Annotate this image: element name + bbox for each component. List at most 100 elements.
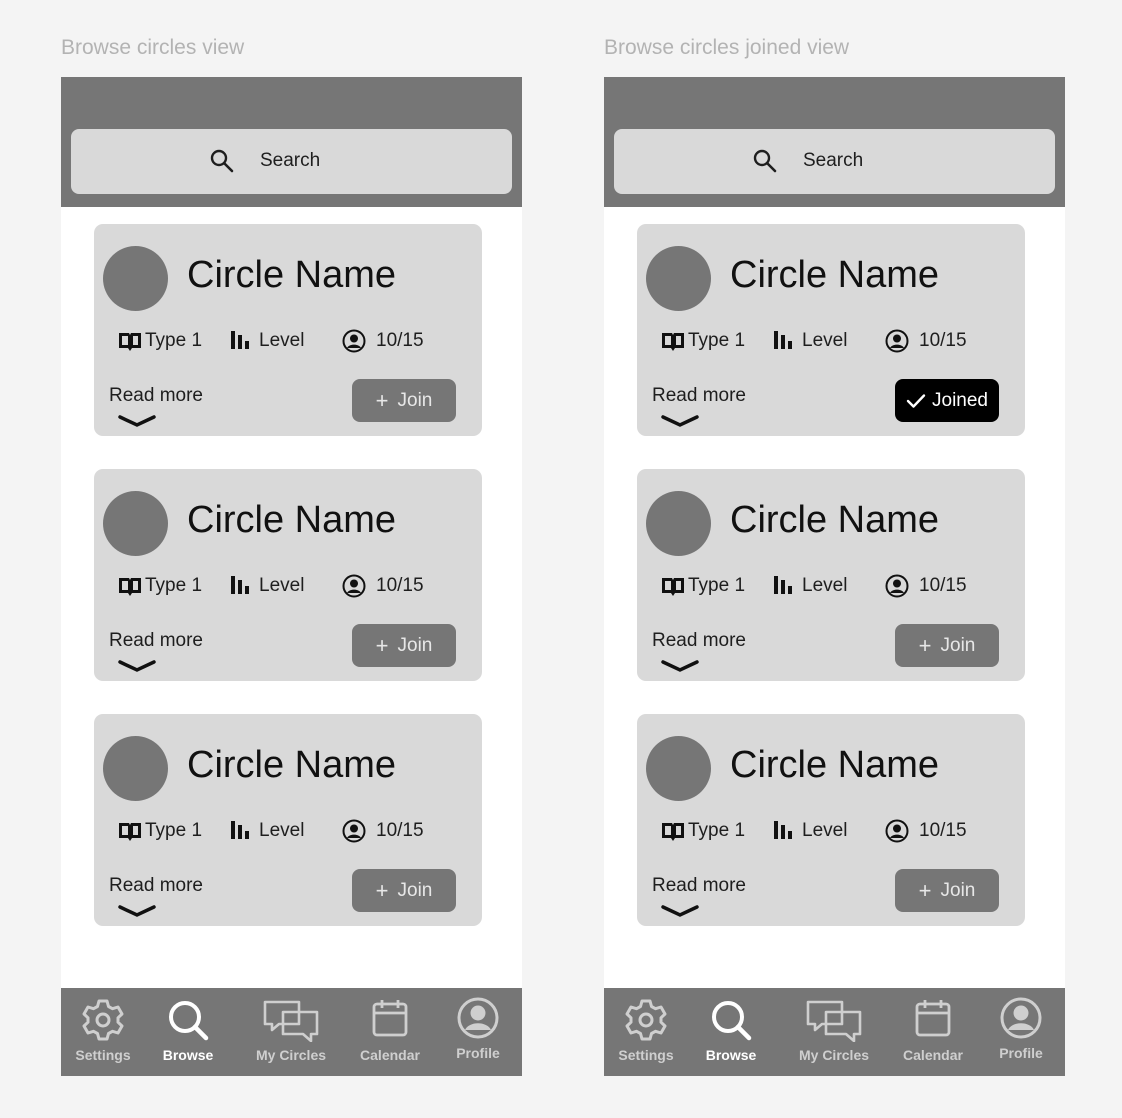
circle-card[interactable]: Circle Name Type 1 Level 10/15 Read more… <box>94 469 482 681</box>
user-circle-icon <box>342 819 366 843</box>
nav-label: Settings <box>618 1047 674 1063</box>
chevron-down-icon[interactable] <box>118 414 156 428</box>
plus-icon: + <box>375 387 389 413</box>
join-label: Join <box>397 879 433 901</box>
circle-card[interactable]: Circle Name Type 1 Level 10/15 Read more… <box>94 714 482 926</box>
nav-settings[interactable]: Settings <box>63 988 143 1076</box>
nav-my-circles[interactable]: My Circles <box>246 988 336 1076</box>
circle-card[interactable]: Circle Name Type 1 Level 10/15 Read more… <box>637 224 1025 436</box>
circle-name: Circle Name <box>730 499 940 541</box>
view-title: Browse circles view <box>61 36 245 59</box>
circle-type: Type 1 <box>688 330 746 351</box>
chevron-down-icon[interactable] <box>661 904 699 918</box>
nav-my-circles[interactable]: My Circles <box>789 988 879 1076</box>
nav-calendar[interactable]: Calendar <box>894 988 972 1076</box>
search-placeholder: Search <box>803 150 864 171</box>
nav-label: Browse <box>162 1047 214 1063</box>
read-more-link[interactable]: Read more <box>109 875 203 897</box>
nav-profile[interactable]: Profile <box>982 988 1060 1076</box>
search-icon <box>712 1001 752 1041</box>
read-more-link[interactable]: Read more <box>109 385 203 407</box>
user-circle-icon <box>342 329 366 353</box>
circle-avatar <box>646 736 711 801</box>
nav-browse[interactable]: Browse <box>148 988 228 1076</box>
search-bar[interactable]: Search <box>71 129 512 194</box>
nav-calendar[interactable]: Calendar <box>351 988 429 1076</box>
circle-type: Type 1 <box>145 330 203 351</box>
bottom-nav: Settings Browse My Circles Calendar Prof… <box>61 988 522 1076</box>
chevron-down-icon[interactable] <box>661 414 699 428</box>
read-more-link[interactable]: Read more <box>652 630 746 652</box>
joined-button[interactable]: Joined <box>895 379 999 422</box>
chat-bubbles-icon <box>263 1000 319 1042</box>
level-bars-icon <box>231 821 249 839</box>
user-circle-icon <box>342 574 366 598</box>
calendar-icon <box>372 1000 408 1037</box>
book-icon <box>662 578 684 596</box>
read-more-link[interactable]: Read more <box>652 385 746 407</box>
circle-members: 10/15 <box>919 330 967 351</box>
circle-card[interactable]: Circle Name Type 1 Level 10/15 Read more… <box>94 224 482 436</box>
search-bar[interactable]: Search <box>614 129 1055 194</box>
check-icon <box>906 393 926 408</box>
search-icon <box>753 149 777 173</box>
circle-name: Circle Name <box>730 744 940 786</box>
level-bars-icon <box>774 576 792 594</box>
circle-card[interactable]: Circle Name Type 1 Level 10/15 Read more… <box>637 469 1025 681</box>
book-icon <box>662 333 684 351</box>
join-button[interactable]: + Join <box>352 869 456 912</box>
book-icon <box>119 823 141 841</box>
read-more-link[interactable]: Read more <box>109 630 203 652</box>
read-more-link[interactable]: Read more <box>652 875 746 897</box>
top-bar: Search <box>604 77 1065 207</box>
gear-icon <box>625 999 667 1041</box>
circle-level: Level <box>259 820 305 841</box>
circle-type: Type 1 <box>688 820 746 841</box>
circle-type: Type 1 <box>145 820 203 841</box>
circle-members: 10/15 <box>376 820 424 841</box>
user-circle-icon <box>1000 997 1042 1039</box>
circle-members: 10/15 <box>376 330 424 351</box>
plus-icon: + <box>918 877 932 903</box>
chevron-down-icon[interactable] <box>661 659 699 673</box>
plus-icon: + <box>918 632 932 658</box>
level-bars-icon <box>231 576 249 594</box>
chevron-down-icon[interactable] <box>118 659 156 673</box>
nav-browse[interactable]: Browse <box>691 988 771 1076</box>
join-button[interactable]: + Join <box>352 379 456 422</box>
user-circle-icon <box>885 329 909 353</box>
search-icon <box>210 149 234 173</box>
nav-label: Calendar <box>360 1047 420 1063</box>
calendar-icon <box>915 1000 951 1037</box>
circle-name: Circle Name <box>187 744 397 786</box>
nav-profile[interactable]: Profile <box>439 988 517 1076</box>
circle-members: 10/15 <box>919 820 967 841</box>
user-circle-icon <box>457 997 499 1039</box>
circle-level: Level <box>259 575 305 596</box>
join-button[interactable]: + Join <box>352 624 456 667</box>
join-button[interactable]: + Join <box>895 869 999 912</box>
circle-members: 10/15 <box>376 575 424 596</box>
plus-icon: + <box>375 632 389 658</box>
join-label: Join <box>397 634 433 656</box>
nav-label: Profile <box>999 1045 1043 1061</box>
nav-label: My Circles <box>798 1047 870 1063</box>
plus-icon: + <box>375 877 389 903</box>
join-button[interactable]: + Join <box>895 624 999 667</box>
nav-label: Settings <box>75 1047 131 1063</box>
circle-avatar <box>103 491 168 556</box>
circle-type: Type 1 <box>145 575 203 596</box>
top-bar: Search <box>61 77 522 207</box>
nav-settings[interactable]: Settings <box>606 988 686 1076</box>
level-bars-icon <box>231 331 249 349</box>
circle-avatar <box>646 246 711 311</box>
chevron-down-icon[interactable] <box>118 904 156 918</box>
search-icon <box>169 1001 209 1041</box>
nav-label: My Circles <box>255 1047 327 1063</box>
level-bars-icon <box>774 821 792 839</box>
circle-card[interactable]: Circle Name Type 1 Level 10/15 Read more… <box>637 714 1025 926</box>
circle-level: Level <box>259 330 305 351</box>
phone-screen: Search Circle Name Type 1 Level 10/15 Re… <box>604 77 1065 1076</box>
book-icon <box>662 823 684 841</box>
book-icon <box>119 578 141 596</box>
